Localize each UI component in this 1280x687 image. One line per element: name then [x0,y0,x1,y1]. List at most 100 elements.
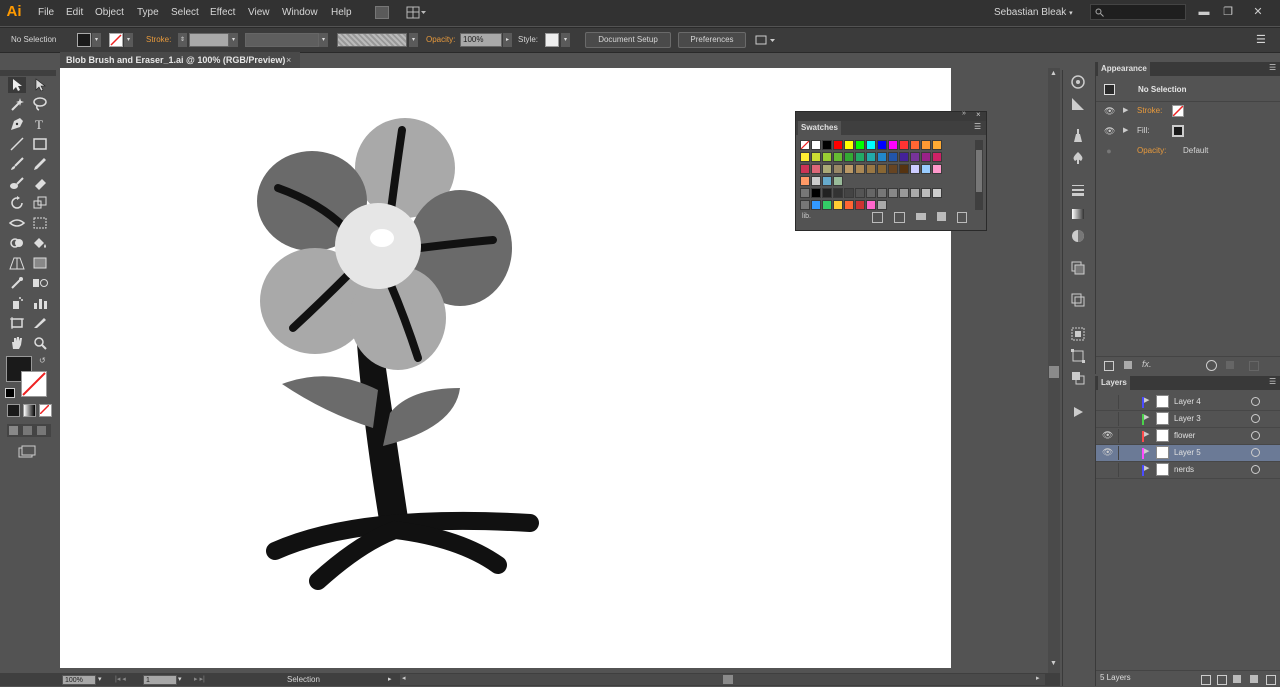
eye-icon[interactable]: ● [1104,146,1114,156]
swatches-tab[interactable]: Swatches [798,121,841,135]
rotate-tool-icon[interactable] [8,195,26,211]
target-icon[interactable] [1251,414,1260,423]
swatch[interactable] [800,176,810,186]
screen-mode-icon[interactable] [18,445,36,458]
swatch[interactable] [822,188,832,198]
zoom-tool-icon[interactable] [31,335,49,351]
swatch[interactable] [855,188,865,198]
swatch[interactable] [833,200,843,210]
swatch[interactable] [811,188,821,198]
type-tool-icon[interactable]: T [31,116,49,132]
swatch[interactable] [844,152,854,162]
paintbrush-tool-icon[interactable] [8,156,26,172]
user-name[interactable]: Sebastian Bleak ▾ [994,0,1073,26]
panel-menu-icon[interactable]: ☰ [974,122,981,131]
stroke-weight-field[interactable] [189,33,229,47]
none-mode-icon[interactable] [39,404,52,417]
add-stroke-icon[interactable] [1104,361,1114,371]
swatch[interactable] [822,140,832,150]
align-icon[interactable] [1070,326,1086,342]
swatches-panel[interactable]: » × Swatches ☰ lib. [795,110,987,231]
menu-select[interactable]: Select [171,0,199,26]
swatch[interactable] [800,152,810,162]
swatch[interactable] [932,188,942,198]
stroke-dropdown[interactable]: ▾ [124,33,133,47]
eye-icon[interactable]: 👁 [1102,447,1113,458]
swatch[interactable] [822,200,832,210]
swatch[interactable] [921,152,931,162]
swatch[interactable] [855,152,865,162]
swatch[interactable] [866,188,876,198]
swatch[interactable] [910,164,920,174]
swatch-options-icon[interactable] [894,212,905,223]
menu-help[interactable]: Help [331,0,352,26]
swatch[interactable] [822,176,832,186]
swatch[interactable] [855,164,865,174]
locate-object-icon[interactable] [1201,675,1211,685]
fill-swatch[interactable] [1172,125,1184,137]
menu-window[interactable]: Window [282,0,318,26]
eraser-tool-icon[interactable] [31,175,49,191]
width-tool-icon[interactable] [8,215,26,231]
style-dropdown[interactable]: ▾ [561,33,570,47]
swatch[interactable] [888,140,898,150]
target-icon[interactable] [1251,448,1260,457]
layer-row[interactable]: 👁 ▶ flower [1096,428,1280,445]
target-icon[interactable] [1251,465,1260,474]
swatch[interactable] [811,164,821,174]
opacity-row[interactable]: ● Opacity: Default [1096,141,1280,161]
fill-label[interactable]: Fill: [1137,121,1149,141]
swatch[interactable] [855,140,865,150]
opacity-label[interactable]: Opacity: [1137,141,1166,161]
fill-row[interactable]: 👁 ▶ Fill: [1096,121,1280,141]
swatch[interactable] [877,164,887,174]
symbol-sprayer-tool-icon[interactable] [8,295,26,311]
collapse-icon[interactable]: » [962,110,966,117]
variable-width-profile[interactable] [245,33,319,47]
drawing-modes[interactable] [7,424,51,437]
current-tool-status[interactable]: Selection [287,673,320,686]
swatch[interactable] [833,152,843,162]
swatch[interactable] [811,152,821,162]
swatch[interactable] [910,188,920,198]
graphic-styles-icon[interactable] [1070,260,1086,276]
swatch[interactable] [833,188,843,198]
swatch[interactable] [833,164,843,174]
color-group-folder-icon[interactable] [800,200,810,210]
gradient-panel-icon[interactable] [1070,206,1086,222]
line-segment-tool-icon[interactable] [8,136,26,152]
next-artboard-icon[interactable]: ▸ ▸| [194,673,205,686]
new-layer-icon[interactable] [1250,675,1258,683]
expand-triangle-icon[interactable]: ▶ [1123,126,1128,134]
stroke-panel-icon[interactable] [1070,182,1086,198]
delete-layer-icon[interactable] [1266,675,1276,685]
first-artboard-icon[interactable]: |◂ ◂ [115,673,126,686]
swatch-libraries-icon[interactable]: lib. [802,213,811,220]
eye-icon[interactable]: 👁 [1104,106,1115,116]
swatch[interactable] [866,200,876,210]
swatch[interactable] [921,188,931,198]
color-mode-icon[interactable] [7,404,20,417]
hand-tool-icon[interactable] [8,335,26,351]
swatch[interactable] [877,152,887,162]
swatch[interactable] [811,200,821,210]
slice-tool-icon[interactable] [31,315,49,331]
menu-edit[interactable]: Edit [66,0,83,26]
artboard-tool-icon[interactable] [8,315,26,331]
swatch[interactable] [811,176,821,186]
menu-object[interactable]: Object [95,0,124,26]
brushes-icon[interactable] [1070,128,1086,144]
document-tab[interactable]: Blob Brush and Eraser_1.ai @ 100% (RGB/P… [60,52,300,68]
swatch[interactable] [888,164,898,174]
swatch[interactable] [822,164,832,174]
transparency-icon[interactable] [1070,228,1086,244]
artboard-number-field[interactable]: 1 [143,675,177,685]
target-icon[interactable] [1251,397,1260,406]
swatch[interactable] [877,200,887,210]
lasso-tool-icon[interactable] [31,96,49,112]
swatch[interactable] [800,140,810,150]
stroke-weight-dropdown[interactable]: ▾ [229,33,238,47]
swatch[interactable] [844,200,854,210]
swatch[interactable] [932,152,942,162]
pencil-tool-icon[interactable] [31,156,49,172]
